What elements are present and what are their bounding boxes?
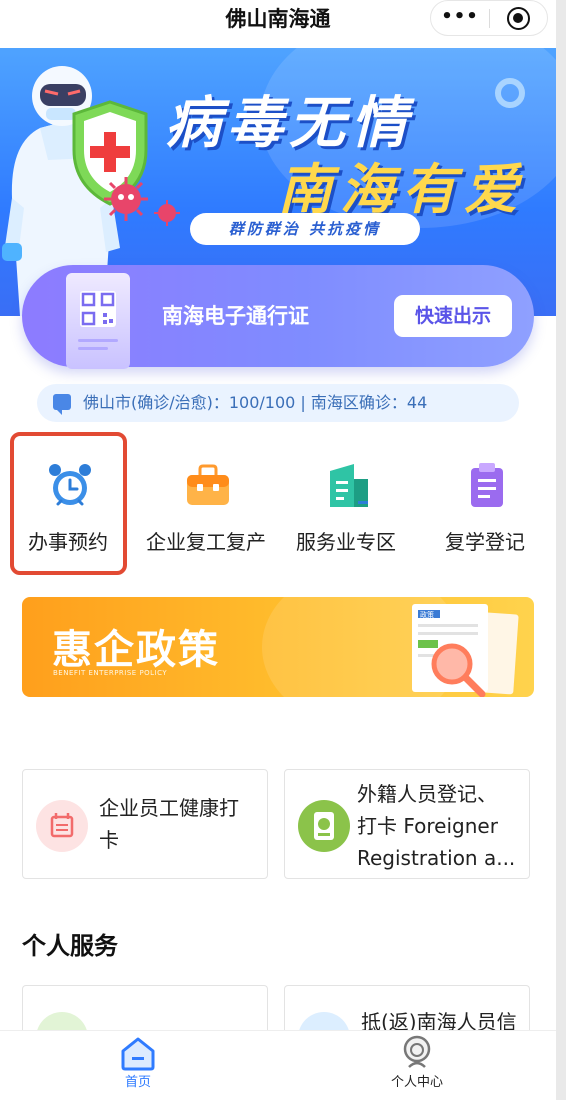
section-title-personal-services: 个人服务 — [22, 932, 118, 960]
quick-show-button[interactable]: 快速出示 — [394, 295, 512, 337]
service-card-label: 打卡 Foreigner — [357, 814, 498, 838]
epidemic-stats-text: 佛山市(确诊/治愈)：100/100 | 南海区确诊：44 — [83, 393, 428, 412]
passport-icon-bg — [298, 800, 350, 852]
ring-decoration — [495, 78, 525, 108]
pass-title: 南海电子通行证 — [162, 304, 309, 328]
policy-subtitle: BENEFIT ENTERPRISE POLICY — [53, 669, 168, 677]
service-card-label: 卡 — [99, 828, 119, 852]
calendar-icon — [50, 813, 74, 838]
service-card-label: 外籍人员登记、 — [357, 782, 497, 806]
virus-icon — [104, 177, 148, 221]
policy-title: 惠企政策 — [52, 627, 220, 673]
service-card-foreigner-registration[interactable]: 外籍人员登记、 打卡 Foreigner Registration a... — [284, 769, 530, 879]
more-menu-button[interactable]: ••• — [431, 1, 489, 35]
miniprogram-capsule: ••• — [430, 0, 548, 36]
briefcase-icon — [187, 464, 229, 505]
tab-home[interactable]: 首页 — [88, 1031, 188, 1100]
quick-item-label: 企业复工复产 — [146, 530, 266, 554]
quick-item-label: 服务业专区 — [296, 530, 396, 554]
navigation-bar: 佛山南海通 ••• — [0, 0, 556, 48]
service-card-label: Registration a... — [357, 846, 516, 870]
quick-item-service-industry[interactable]: 服务业专区 — [281, 434, 411, 574]
home-icon — [121, 1037, 155, 1071]
service-card-health-checkin[interactable]: 企业员工健康打 卡 — [22, 769, 268, 879]
quick-item-label: 复学登记 — [445, 530, 525, 554]
user-icon — [403, 1035, 431, 1068]
electronic-pass-card[interactable]: 南海电子通行证 快速出示 — [22, 265, 534, 369]
bottom-tab-bar: 首页 个人中心 — [0, 1030, 556, 1100]
scrollbar-track — [556, 0, 566, 1100]
epidemic-stats-bar[interactable]: 佛山市(确诊/治愈)：100/100 | 南海区确诊：44 — [37, 384, 519, 422]
tab-label: 首页 — [124, 1075, 151, 1090]
magnifier-document-icon: 政策 — [412, 604, 519, 697]
service-card-label: 企业员工健康打 — [99, 796, 239, 820]
tab-label: 个人中心 — [390, 1075, 443, 1090]
tab-personal-center[interactable]: 个人中心 — [367, 1031, 467, 1100]
banner-slogan: 群防群治 共抗疫情 — [190, 213, 420, 245]
clipboard-icon — [471, 463, 503, 507]
policy-doc-tag: 政策 — [420, 610, 434, 619]
selection-highlight — [10, 432, 127, 575]
message-icon — [53, 394, 71, 415]
passport-icon — [314, 812, 334, 840]
building-icon — [330, 464, 368, 507]
capsule-divider — [489, 9, 490, 28]
quick-item-resume-work[interactable]: 企业复工复产 — [141, 434, 271, 574]
small-virus-icon — [154, 200, 180, 226]
calendar-icon-bg — [36, 800, 88, 852]
quick-item-school-registration[interactable]: 复学登记 — [420, 434, 550, 574]
policy-banner[interactable]: 惠企政策 BENEFIT ENTERPRISE POLICY 政策 — [22, 597, 534, 697]
qr-code-icon — [66, 273, 130, 369]
close-miniprogram-icon[interactable] — [507, 7, 530, 30]
